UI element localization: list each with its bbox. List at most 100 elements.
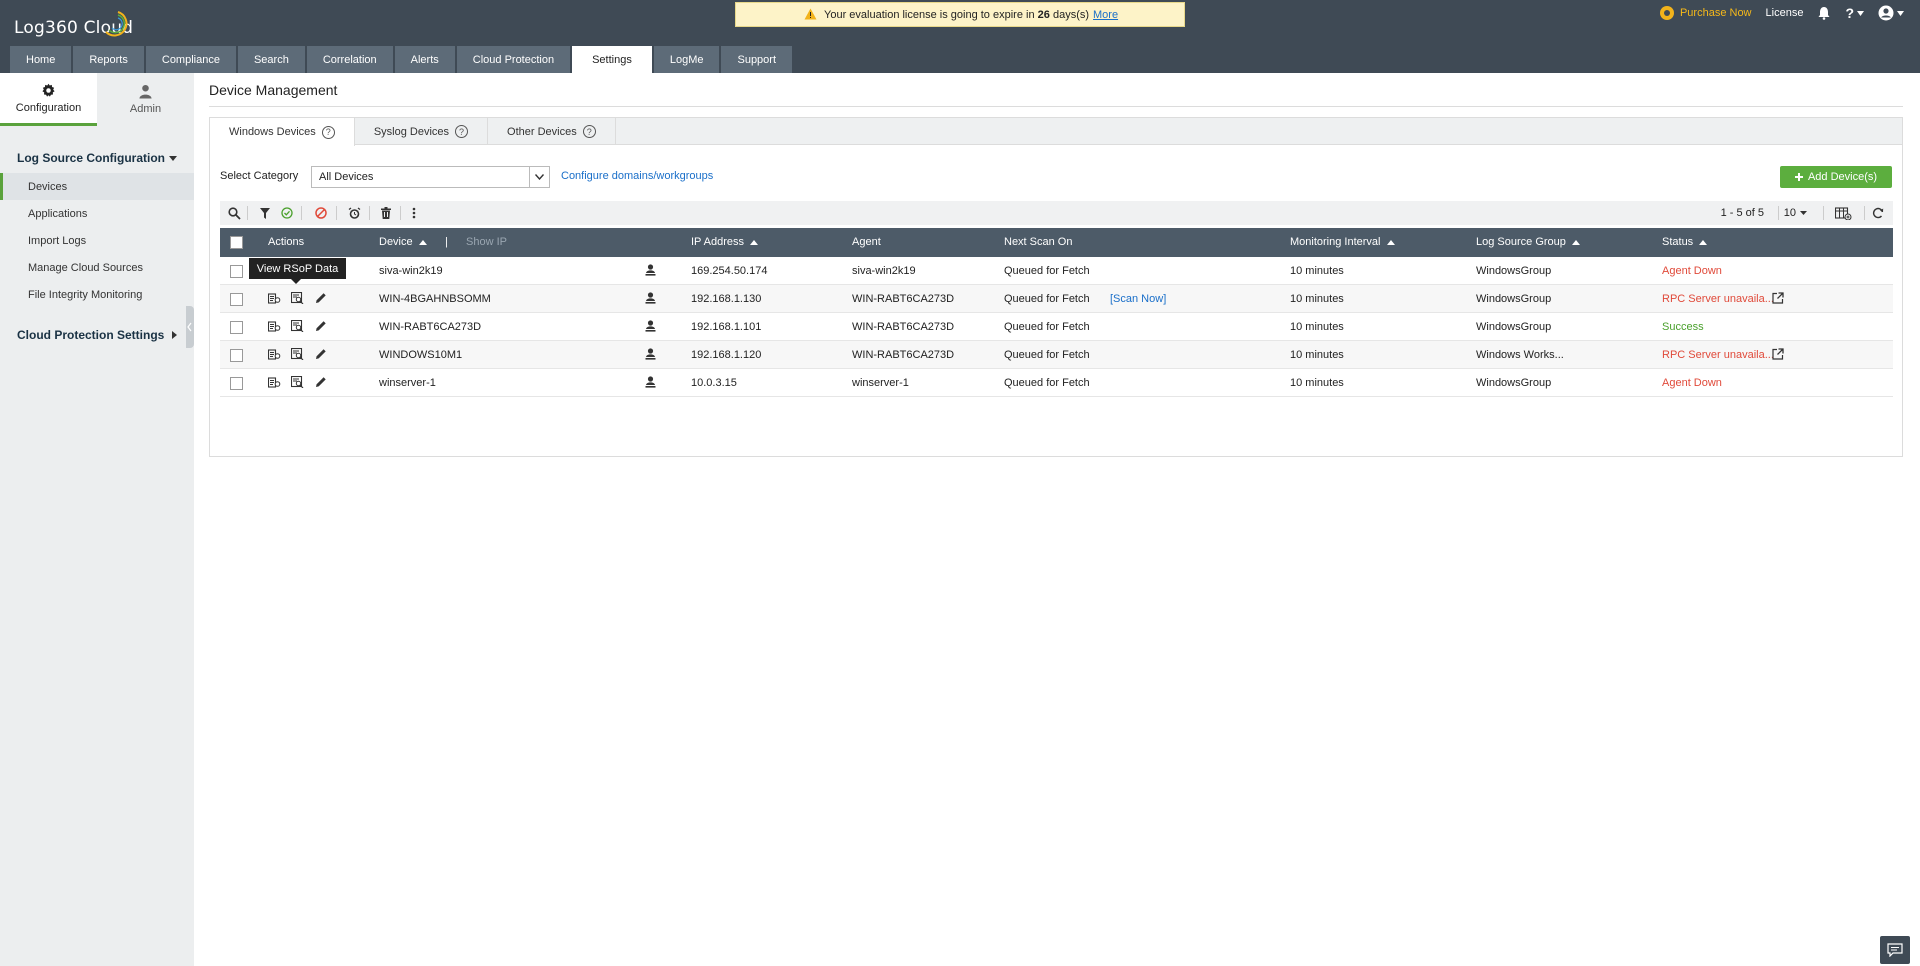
device-name: winserver-1 — [379, 377, 436, 389]
sidebar-item-file-integrity-monitoring[interactable]: File Integrity Monitoring — [0, 281, 194, 308]
enable-icon[interactable] — [280, 206, 294, 220]
row-checkbox[interactable] — [230, 349, 243, 362]
edit-icon[interactable] — [315, 376, 329, 390]
sidebar: Configuration Admin Log Source Configura… — [0, 73, 194, 966]
tab-home[interactable]: Home — [10, 46, 72, 73]
external-link-icon[interactable] — [1772, 292, 1786, 306]
configuration-mode-button[interactable]: Configuration — [0, 73, 97, 126]
view-rsop-data-icon[interactable] — [290, 319, 305, 334]
table-row[interactable]: WINDOWS10M1 192.168.1.120 WIN-RABT6CA273D Q… — [220, 341, 1893, 369]
tab-syslog-devices[interactable]: Syslog Devices ? — [355, 118, 489, 145]
device-details-icon[interactable] — [267, 292, 282, 306]
alarm-clock-icon[interactable] — [347, 206, 361, 220]
help-icon[interactable]: ? — [321, 125, 335, 139]
show-ip-toggle[interactable]: Show IP — [466, 236, 507, 248]
device-details-icon[interactable] — [267, 376, 282, 390]
refresh-icon[interactable] — [1871, 206, 1885, 220]
edit-icon[interactable] — [315, 348, 329, 362]
cloud-protection-settings-heading[interactable]: Cloud Protection Settings — [17, 328, 177, 342]
table-toolbar: 1 - 5 of 5 10 — [220, 201, 1893, 225]
disable-icon[interactable] — [314, 206, 328, 220]
monitoring-interval: 10 minutes — [1290, 349, 1344, 361]
table-row[interactable]: WIN-RABT6CA273D 192.168.1.101 WIN-RABT6CA2… — [220, 313, 1893, 341]
view-rsop-data-icon[interactable] — [290, 347, 305, 362]
edit-icon[interactable] — [315, 292, 329, 306]
column-header-monitoring-interval[interactable]: Monitoring Interval — [1290, 236, 1395, 248]
user-avatar-icon — [1878, 5, 1894, 21]
table-row[interactable]: winserver-1 10.0.3.15 winserver-1 Queued fo… — [220, 369, 1893, 397]
agent-user-icon[interactable] — [645, 292, 659, 306]
row-checkbox[interactable] — [230, 321, 243, 334]
column-header-device[interactable]: Device — [379, 236, 427, 248]
tab-windows-devices[interactable]: Windows Devices ? — [210, 118, 355, 146]
log-source-configuration-heading[interactable]: Log Source Configuration — [17, 151, 177, 165]
column-chooser-icon[interactable] — [1834, 206, 1852, 220]
toolbar-divider — [1864, 206, 1865, 220]
edit-icon[interactable] — [315, 320, 329, 334]
category-select[interactable]: All Devices — [311, 166, 550, 188]
column-header-log-source-group[interactable]: Log Source Group — [1476, 236, 1580, 248]
purchase-now-link[interactable]: Purchase Now — [1659, 6, 1752, 20]
add-devices-button[interactable]: Add Device(s) — [1780, 166, 1892, 188]
sidebar-item-devices[interactable]: Devices — [0, 173, 194, 200]
filter-icon[interactable] — [258, 206, 272, 220]
row-checkbox[interactable] — [230, 293, 243, 306]
search-icon[interactable] — [227, 206, 241, 220]
table-row[interactable]: WIN-4BGAHNBSOMM 192.168.1.130 WIN-RABT6CA2… — [220, 285, 1893, 313]
scan-now-link[interactable]: [Scan Now] — [1110, 293, 1166, 305]
tab-settings[interactable]: Settings — [572, 46, 652, 73]
tab-other-devices[interactable]: Other Devices ? — [488, 118, 616, 145]
ip-address: 192.168.1.120 — [691, 349, 762, 361]
table-row[interactable]: siva-win2k19 169.254.50.174 siva-win2k19 Qu… — [220, 257, 1893, 285]
bell-icon[interactable] — [1817, 6, 1831, 20]
next-scan-on: Queued for Fetch — [1004, 293, 1090, 305]
agent-user-icon[interactable] — [645, 320, 659, 334]
tab-logme[interactable]: LogMe — [653, 46, 720, 73]
page-size-select[interactable]: 10 — [1784, 207, 1807, 219]
banner-more-link[interactable]: More — [1093, 9, 1118, 21]
tab-reports[interactable]: Reports — [73, 46, 144, 73]
tab-search[interactable]: Search — [237, 46, 305, 73]
chevron-left-icon — [187, 322, 192, 332]
chat-button[interactable] — [1880, 936, 1910, 964]
toolbar-divider — [400, 206, 401, 220]
toolbar-divider — [247, 206, 248, 220]
column-header-status[interactable]: Status — [1662, 236, 1708, 248]
agent-user-icon[interactable] — [645, 348, 659, 362]
trash-icon[interactable] — [379, 206, 393, 220]
external-link-icon[interactable] — [1772, 348, 1786, 362]
help-menu[interactable]: ? — [1845, 5, 1864, 21]
row-checkbox[interactable] — [230, 265, 243, 278]
sidebar-collapse-handle[interactable] — [186, 306, 194, 348]
sidebar-item-import-logs[interactable]: Import Logs — [0, 227, 194, 254]
monitoring-interval: 10 minutes — [1290, 377, 1344, 389]
tab-correlation[interactable]: Correlation — [306, 46, 393, 73]
column-header-ip-address[interactable]: IP Address — [691, 236, 758, 248]
agent-user-icon[interactable] — [645, 264, 659, 278]
row-checkbox[interactable] — [230, 377, 243, 390]
select-all-checkbox[interactable] — [230, 236, 243, 249]
view-rsop-data-tooltip: View RSoP Data — [249, 258, 346, 284]
help-icon[interactable]: ? — [582, 125, 596, 138]
tab-alerts[interactable]: Alerts — [394, 46, 455, 73]
agent-user-icon[interactable] — [645, 376, 659, 390]
view-rsop-data-icon[interactable] — [290, 291, 305, 306]
sidebar-item-manage-cloud-sources[interactable]: Manage Cloud Sources — [0, 254, 194, 281]
admin-mode-button[interactable]: Admin — [97, 73, 194, 126]
user-menu[interactable] — [1878, 5, 1904, 21]
view-rsop-data-icon[interactable] — [290, 375, 305, 390]
next-scan-on: Queued for Fetch — [1004, 321, 1090, 333]
configure-domains-link[interactable]: Configure domains/workgroups — [561, 170, 713, 182]
device-details-icon[interactable] — [267, 348, 282, 362]
sidebar-item-applications[interactable]: Applications — [0, 200, 194, 227]
license-link[interactable]: License — [1766, 7, 1804, 19]
tab-cloud-protection[interactable]: Cloud Protection — [456, 46, 571, 73]
tab-support[interactable]: Support — [721, 46, 793, 73]
page-title: Device Management — [209, 82, 338, 98]
more-options-icon[interactable] — [407, 206, 421, 220]
device-details-icon[interactable] — [267, 320, 282, 334]
admin-user-icon — [139, 84, 152, 99]
tab-compliance[interactable]: Compliance — [145, 46, 236, 73]
help-icon[interactable]: ? — [455, 125, 469, 138]
sort-asc-icon — [1386, 239, 1395, 245]
